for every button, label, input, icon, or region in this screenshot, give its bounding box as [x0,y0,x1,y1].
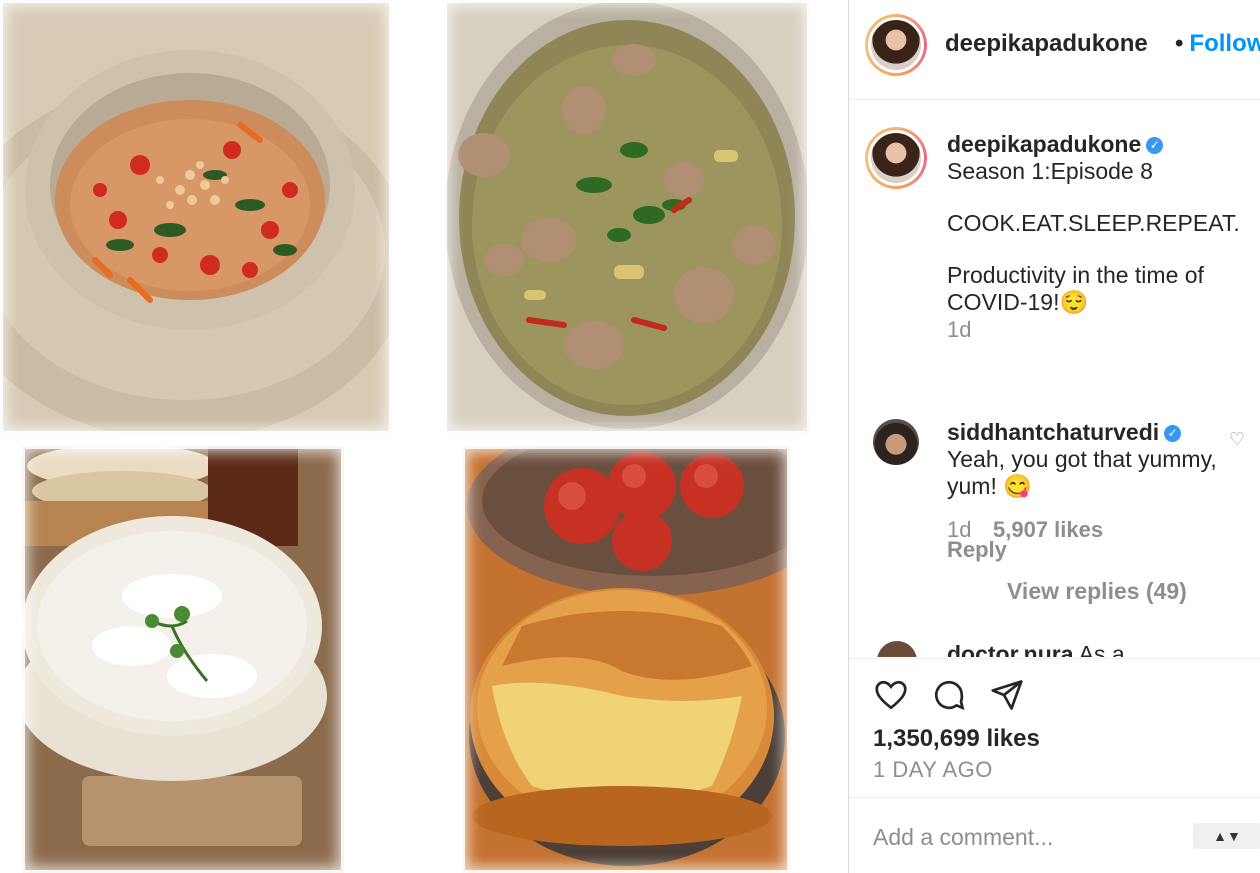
caption-line: COVID-19!😌 [947,289,1089,315]
post-photo-collage[interactable] [0,0,848,873]
caption-author-avatar[interactable] [865,127,927,189]
sponge-cake-photo [462,446,790,873]
author-avatar[interactable] [865,14,927,76]
commenter-username-link[interactable]: siddhantchaturvedi [947,419,1159,445]
comment-text: Yeah, you got that yummy, yum! 😋 [947,446,1217,499]
scroll-arrows-icon[interactable]: ▲▼ [1193,823,1260,849]
comment-text: As a [1078,641,1125,657]
verified-badge-icon: ✓ [1146,137,1164,154]
add-comment-bar: ▲▼ [849,800,1260,873]
paper-plane-icon[interactable] [989,677,1025,713]
comment-item: siddhantchaturvedi ✓ Yeah, you got that y… [947,419,1237,500]
chicken-curry-pot-photo [444,0,810,434]
post-likes-count[interactable]: 1,350,699 likes [873,725,1040,753]
caption-line: Productivity in the time of [947,262,1204,288]
caption-line: Season 1:Episode 8 [947,158,1153,184]
curry-bowl-photo [0,0,392,434]
caption-username-link[interactable]: deepikapadukone [947,131,1141,157]
post-header: deepikapadukone • Follow [849,0,1260,100]
post-caption: deepikapadukone ✓ Season 1:Episode 8 COOK… [947,131,1247,343]
commenter-username-link[interactable]: doctor.nura [947,641,1074,657]
heart-icon[interactable] [873,677,909,713]
comment-likes-count[interactable]: 5,907 likes [993,517,1103,543]
post-side-panel: deepikapadukone • Follow deepikapadukone ✓… [848,0,1260,873]
post-timestamp[interactable]: 1 DAY AGO [873,757,993,783]
follow-button[interactable]: • Follow [1175,30,1260,58]
rice-bowl-photo [22,446,344,873]
comment-bubble-icon[interactable] [931,677,967,713]
comment-input[interactable] [873,820,1173,854]
author-username-link[interactable]: deepikapadukone [945,30,1148,58]
separator-dot: • [1175,30,1184,57]
follow-label: Follow [1189,30,1260,57]
verified-badge-icon: ✓ [1164,425,1182,442]
commenter-avatar[interactable] [877,641,917,657]
comment-item: doctor.nura As a [947,641,1125,657]
post-actions: 1,350,699 likes 1 DAY AGO [849,658,1260,798]
reply-button[interactable]: Reply [947,537,1007,563]
comments-section[interactable]: deepikapadukone ✓ Season 1:Episode 8 COOK… [849,101,1260,657]
view-replies-button[interactable]: View replies (49) [1007,578,1187,605]
commenter-avatar[interactable] [873,419,919,465]
caption-line: COOK.EAT.SLEEP.REPEAT. [947,210,1240,236]
caption-timestamp[interactable]: 1d [947,316,1247,343]
comment-like-heart-icon[interactable]: ♡ [1229,429,1245,450]
